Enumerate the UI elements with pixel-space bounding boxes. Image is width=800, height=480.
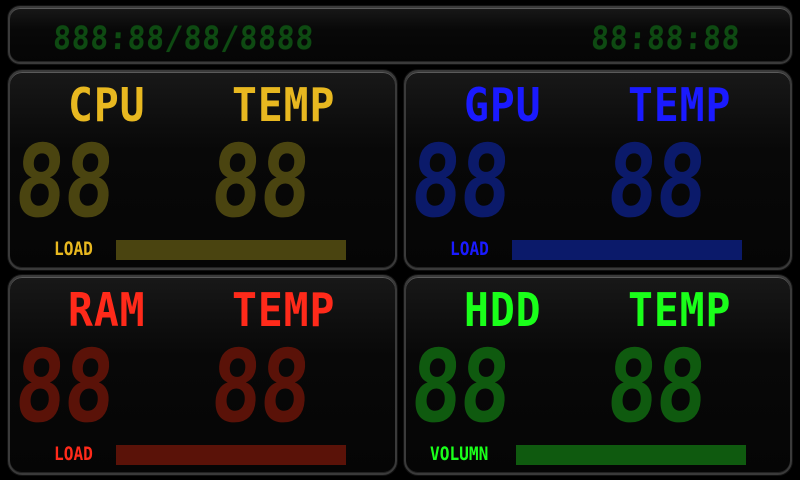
clock-bar: 888:88/88/8888 88:88:88 (8, 6, 792, 64)
gpu-temp-value: 88 (603, 123, 709, 240)
ram-temp-value: 88 (207, 328, 313, 445)
date-display: 888:88/88/8888 (52, 19, 316, 57)
gpu-load-bar (512, 240, 742, 260)
cpu-panel: CPU TEMP 88 88 LOAD (8, 70, 397, 270)
ram-load-bar-label: LOAD (54, 443, 93, 465)
hdd-volume-bar-fill (516, 445, 746, 465)
cpu-load-value: 88 (11, 123, 117, 240)
cpu-load-bar-fill (116, 240, 346, 260)
hdd-panel: HDD TEMP 88 88 VOLUMN (404, 275, 792, 475)
time-display: 88:88:88 (590, 19, 742, 57)
gpu-panel: GPU TEMP 88 88 LOAD (404, 70, 792, 270)
hdd-load-value: 88 (407, 328, 513, 445)
cpu-load-bar (116, 240, 346, 260)
ram-load-value: 88 (11, 328, 117, 445)
hdd-volume-bar-label: VOLUMN (430, 443, 489, 465)
ram-panel: RAM TEMP 88 88 LOAD (8, 275, 397, 475)
gpu-load-value: 88 (407, 123, 513, 240)
gpu-load-bar-fill (512, 240, 742, 260)
cpu-temp-value: 88 (207, 123, 313, 240)
hdd-temp-value: 88 (603, 328, 709, 445)
gpu-load-bar-label: LOAD (450, 238, 489, 260)
hdd-volume-bar (516, 445, 746, 465)
ram-load-bar (116, 445, 346, 465)
ram-load-bar-fill (116, 445, 346, 465)
cpu-load-bar-label: LOAD (54, 238, 93, 260)
